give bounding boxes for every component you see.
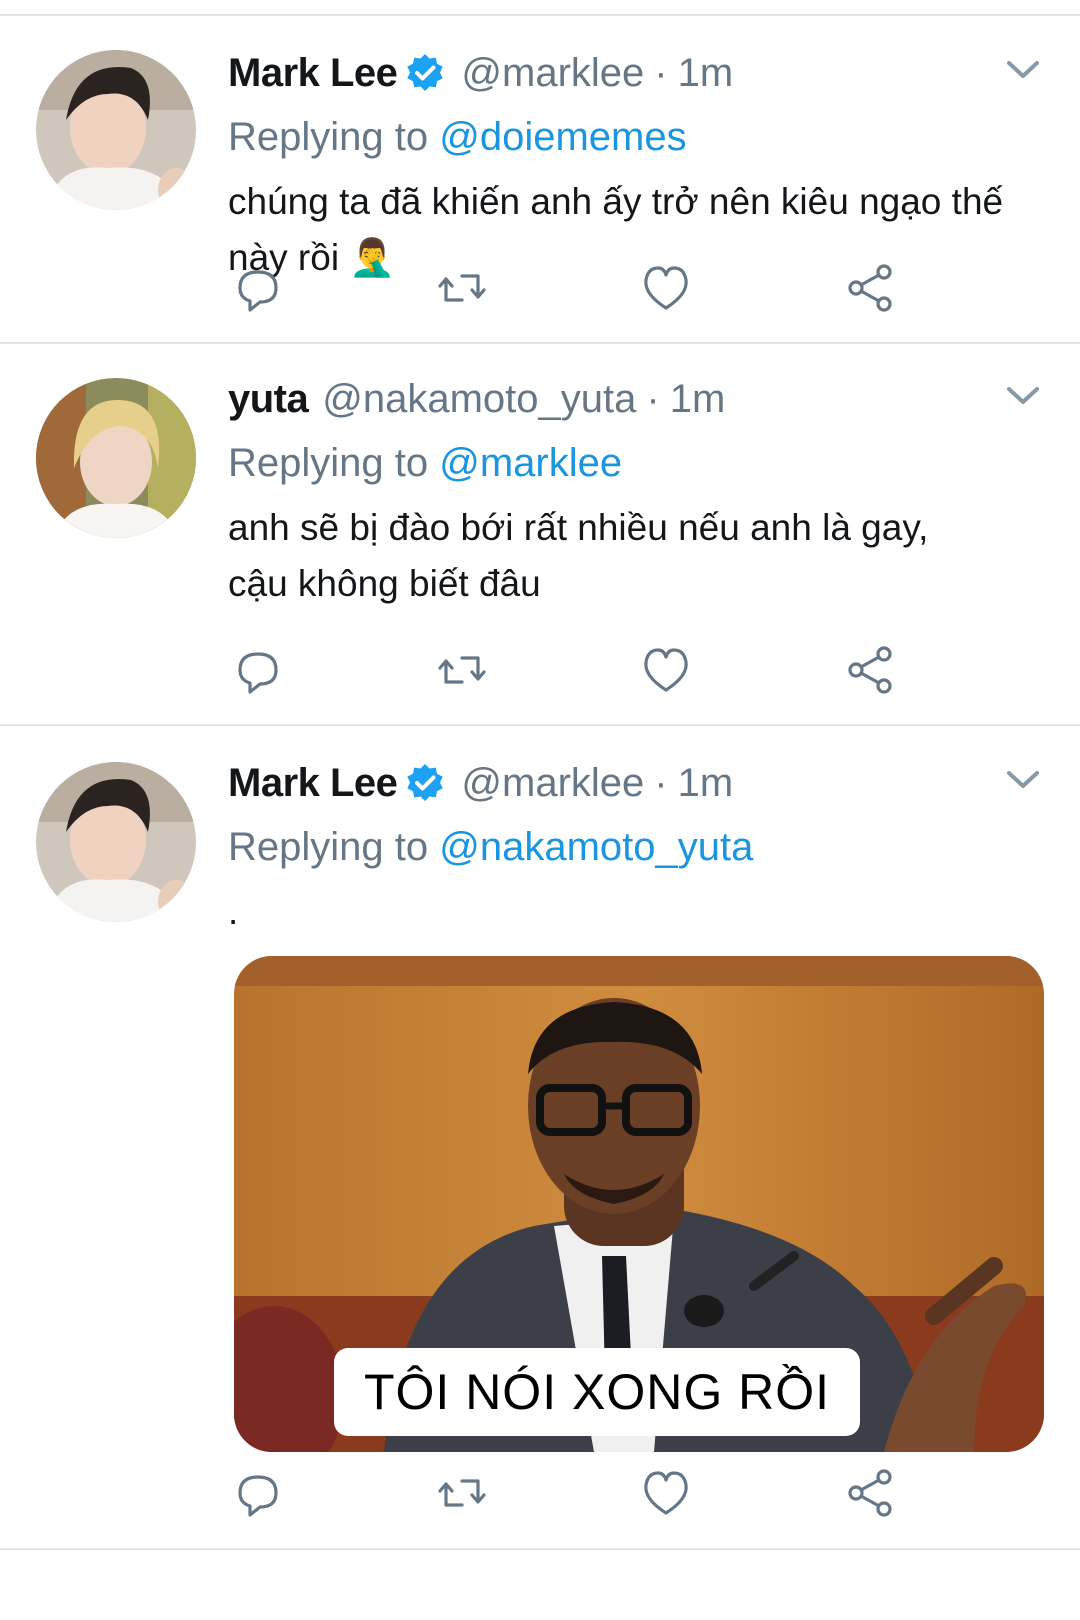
verified-badge-icon bbox=[405, 53, 445, 93]
separator: · bbox=[654, 50, 668, 95]
tweet-actions bbox=[228, 258, 928, 318]
heart-icon bbox=[644, 266, 688, 310]
display-name[interactable]: Mark Lee bbox=[228, 761, 398, 806]
timestamp[interactable]: 1m bbox=[670, 377, 726, 422]
heart-icon bbox=[644, 648, 688, 692]
media-caption: TÔI NÓI XONG RỒI bbox=[334, 1348, 860, 1436]
avatar[interactable] bbox=[36, 762, 196, 922]
reply-icon bbox=[238, 652, 278, 694]
replying-label: Replying to bbox=[228, 441, 429, 485]
retweet-icon bbox=[438, 656, 486, 684]
reply-icon bbox=[238, 1475, 278, 1517]
verified-badge-icon bbox=[405, 763, 445, 803]
chevron-down-icon[interactable] bbox=[1004, 54, 1042, 84]
reply-button[interactable] bbox=[228, 640, 288, 700]
reply-icon bbox=[238, 270, 278, 312]
display-name[interactable]: Mark Lee bbox=[228, 51, 398, 96]
tweet-actions bbox=[228, 1463, 928, 1523]
retweet-button[interactable] bbox=[432, 258, 492, 318]
chevron-down-icon[interactable] bbox=[1004, 764, 1042, 794]
replying-to: Replying to @nakamoto_yuta bbox=[228, 822, 1042, 872]
like-button[interactable] bbox=[636, 640, 696, 700]
divider bbox=[0, 1548, 1080, 1550]
handle[interactable]: @marklee bbox=[461, 51, 644, 96]
separator: · bbox=[654, 760, 668, 805]
mention-link[interactable]: @doiememes bbox=[439, 115, 686, 159]
heart-icon bbox=[644, 1471, 688, 1515]
divider bbox=[0, 724, 1080, 726]
retweet-button[interactable] bbox=[432, 640, 492, 700]
reply-button[interactable] bbox=[228, 258, 288, 318]
reply-button[interactable] bbox=[228, 1463, 288, 1523]
share-icon bbox=[848, 1469, 892, 1517]
avatar[interactable] bbox=[36, 50, 196, 210]
avatar[interactable] bbox=[36, 378, 196, 538]
share-icon bbox=[848, 264, 892, 312]
share-button[interactable] bbox=[840, 640, 900, 700]
separator: · bbox=[646, 376, 660, 421]
like-button[interactable] bbox=[636, 1463, 696, 1523]
retweet-icon bbox=[438, 274, 486, 302]
divider bbox=[0, 14, 1080, 16]
handle[interactable]: @nakamoto_yuta bbox=[322, 377, 636, 422]
replying-to: Replying to @marklee bbox=[228, 438, 1042, 488]
tweet-text: anh sẽ bị đào bới rất nhiều nếu anh là g… bbox=[228, 507, 929, 604]
timestamp[interactable]: 1m bbox=[678, 761, 734, 806]
share-icon bbox=[848, 646, 892, 694]
share-button[interactable] bbox=[840, 1463, 900, 1523]
share-button[interactable] bbox=[840, 258, 900, 318]
divider bbox=[0, 342, 1080, 344]
replying-label: Replying to bbox=[228, 825, 429, 869]
chevron-down-icon[interactable] bbox=[1004, 380, 1042, 410]
tweet-header: yuta @nakamoto_yuta · 1m bbox=[228, 374, 1042, 424]
mention-link[interactable]: @marklee bbox=[439, 441, 622, 485]
replying-label: Replying to bbox=[228, 115, 429, 159]
like-button[interactable] bbox=[636, 258, 696, 318]
tweet-actions bbox=[228, 640, 928, 700]
retweet-icon bbox=[438, 1479, 486, 1507]
tweet-header: Mark Lee @marklee · 1m bbox=[228, 758, 1042, 808]
tweet-text: . bbox=[228, 891, 239, 932]
replying-to: Replying to @doiememes bbox=[228, 112, 1042, 162]
timestamp[interactable]: 1m bbox=[678, 51, 734, 96]
tweet-header: Mark Lee @marklee · 1m bbox=[228, 48, 1042, 98]
retweet-button[interactable] bbox=[432, 1463, 492, 1523]
handle[interactable]: @marklee bbox=[461, 761, 644, 806]
display-name[interactable]: yuta bbox=[228, 377, 309, 422]
mention-link[interactable]: @nakamoto_yuta bbox=[439, 825, 753, 869]
